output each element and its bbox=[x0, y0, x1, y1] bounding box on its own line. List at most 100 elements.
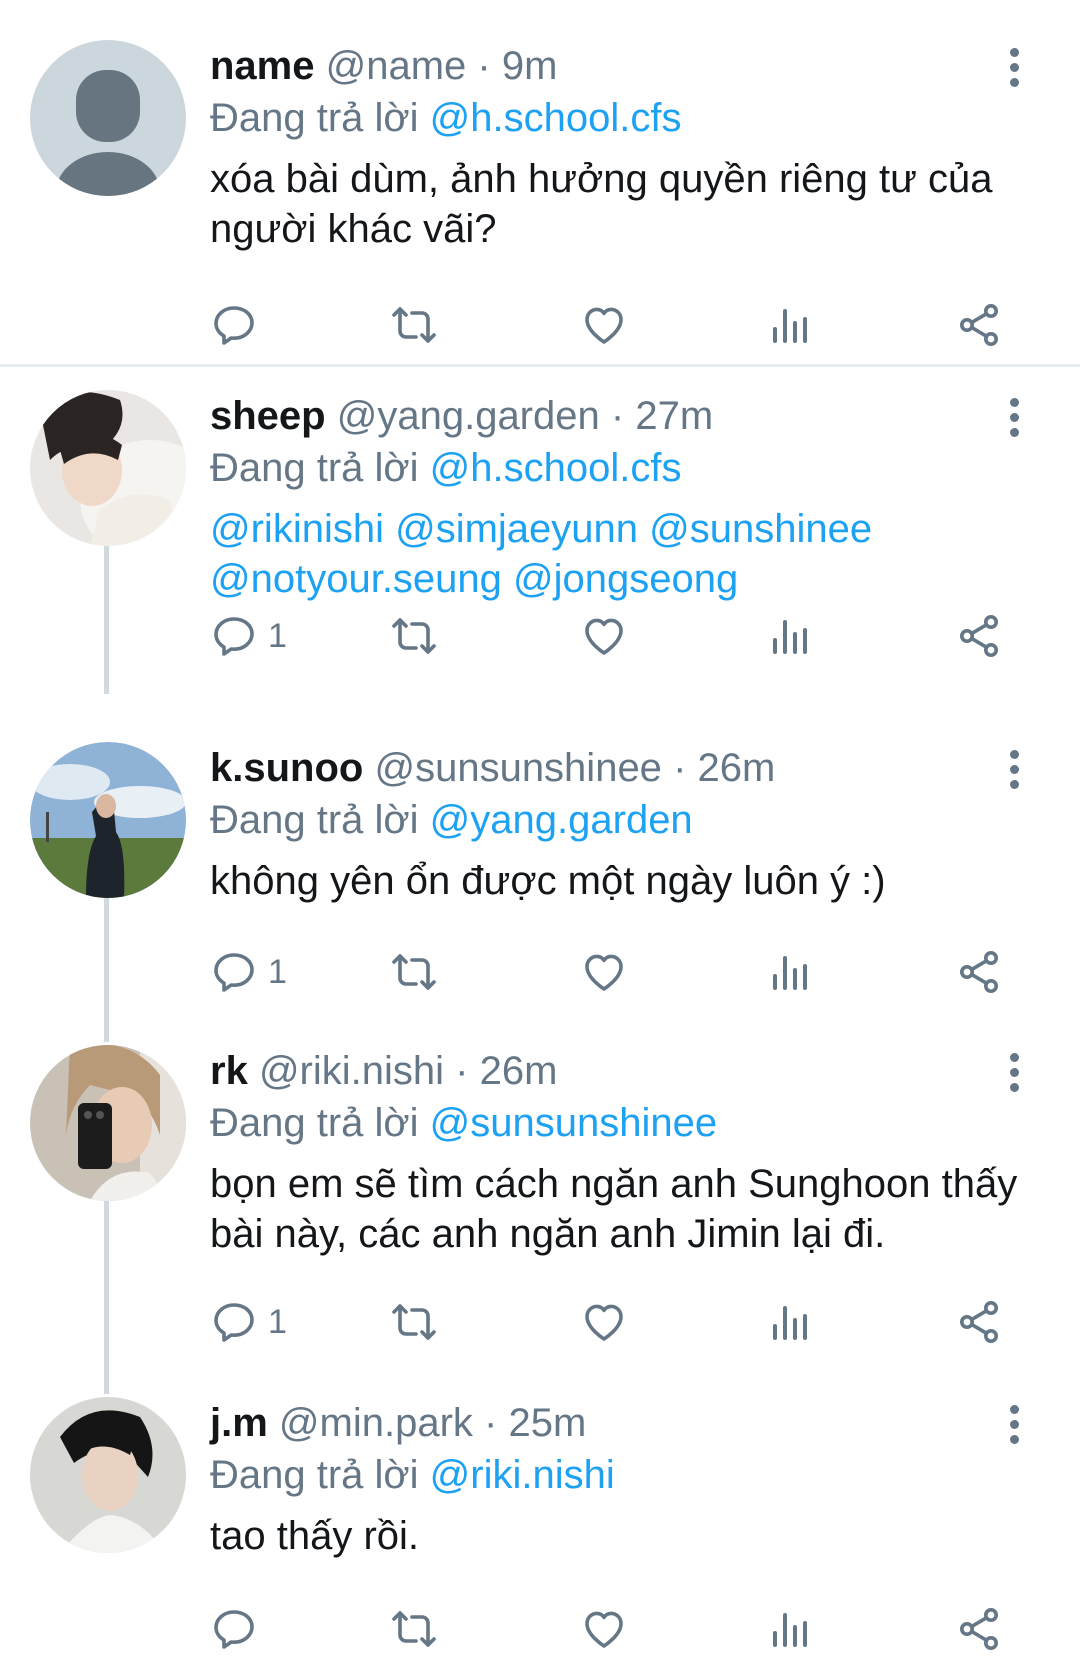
retweet-button[interactable] bbox=[390, 606, 438, 666]
retweet-button[interactable] bbox=[390, 942, 438, 1002]
timestamp[interactable]: 9m bbox=[502, 44, 558, 88]
mention-link[interactable]: @rikinishi bbox=[210, 507, 384, 551]
mention-link[interactable]: @sunshinee bbox=[649, 507, 872, 551]
tweet-header: name @name · 9m bbox=[210, 40, 1040, 92]
retweet-icon bbox=[392, 1611, 436, 1647]
reply-prefix: Đang trả lời bbox=[210, 798, 419, 842]
share-button[interactable] bbox=[955, 1292, 1003, 1352]
share-icon bbox=[960, 1608, 998, 1650]
more-options-button[interactable] bbox=[1002, 48, 1026, 92]
user-handle[interactable]: @yang.garden bbox=[337, 394, 600, 438]
profile-photo bbox=[30, 1397, 186, 1553]
user-handle[interactable]: @min.park bbox=[279, 1401, 473, 1445]
bar-chart-icon bbox=[773, 620, 807, 654]
reply-to-link[interactable]: @h.school.cfs bbox=[430, 96, 682, 140]
more-options-button[interactable] bbox=[1002, 1053, 1026, 1097]
reply-button[interactable]: 1 bbox=[210, 1292, 287, 1352]
like-button[interactable] bbox=[580, 942, 628, 1002]
action-bar: 1 bbox=[210, 942, 1010, 1002]
user-handle[interactable]: @sunsunshinee bbox=[374, 746, 661, 790]
reply-to-link[interactable]: @sunsunshinee bbox=[430, 1101, 717, 1145]
mention-link[interactable]: @simjaeyunn bbox=[395, 507, 638, 551]
more-options-button[interactable] bbox=[1002, 398, 1026, 442]
stats-button[interactable] bbox=[765, 1599, 813, 1659]
more-options-button[interactable] bbox=[1002, 1405, 1026, 1449]
share-icon bbox=[960, 951, 998, 993]
stats-button[interactable] bbox=[765, 606, 813, 666]
reply-icon bbox=[214, 1303, 254, 1342]
timestamp[interactable]: 25m bbox=[508, 1401, 586, 1445]
stats-button[interactable] bbox=[765, 1292, 813, 1352]
heart-icon bbox=[585, 307, 623, 344]
reply-prefix: Đang trả lời bbox=[210, 446, 419, 490]
tweet-text: không yên ổn được một ngày luôn ý :) bbox=[210, 859, 886, 903]
retweet-button[interactable] bbox=[390, 1292, 438, 1352]
like-button[interactable] bbox=[580, 1599, 628, 1659]
reply-context: Đang trả lời @h.school.cfs bbox=[210, 92, 1040, 144]
share-button[interactable] bbox=[955, 606, 1003, 666]
more-options-button[interactable] bbox=[1002, 750, 1026, 794]
reply-context: Đang trả lời @yang.garden bbox=[210, 794, 1040, 846]
retweet-button[interactable] bbox=[390, 1599, 438, 1659]
tweet-text: tao thấy rồi. bbox=[210, 1514, 420, 1558]
reply-button[interactable]: 1 bbox=[210, 606, 287, 666]
reply-icon bbox=[214, 953, 254, 992]
heart-icon bbox=[585, 1611, 623, 1648]
display-name[interactable]: rk bbox=[210, 1049, 248, 1093]
display-name[interactable]: j.m bbox=[210, 1401, 268, 1445]
separator-dot: · bbox=[610, 394, 625, 438]
profile-photo bbox=[30, 390, 186, 546]
tweet-header: sheep @yang.garden · 27m bbox=[210, 390, 1040, 442]
reply-button[interactable] bbox=[210, 295, 268, 355]
avatar[interactable] bbox=[30, 1397, 186, 1553]
share-button[interactable] bbox=[955, 1599, 1003, 1659]
retweet-icon bbox=[392, 1304, 436, 1340]
retweet-icon bbox=[392, 618, 436, 654]
bar-chart-icon bbox=[773, 309, 807, 343]
avatar[interactable] bbox=[30, 390, 186, 546]
timestamp[interactable]: 26m bbox=[480, 1049, 558, 1093]
retweet-icon bbox=[392, 954, 436, 990]
user-handle[interactable]: @name bbox=[326, 44, 467, 88]
mention-link[interactable]: @jongseong bbox=[513, 557, 738, 601]
action-bar: 1 bbox=[210, 1292, 1010, 1352]
separator-dot: · bbox=[484, 1401, 498, 1445]
mention-link[interactable]: @notyour.seung bbox=[210, 557, 502, 601]
tweet-text: xóa bài dùm, ảnh hưởng quyền riêng tư củ… bbox=[210, 157, 993, 251]
like-button[interactable] bbox=[580, 1292, 628, 1352]
separator-dot: · bbox=[477, 44, 491, 88]
profile-photo bbox=[30, 1045, 186, 1201]
reply-button[interactable]: 1 bbox=[210, 942, 287, 1002]
avatar[interactable] bbox=[30, 742, 186, 898]
stats-button[interactable] bbox=[765, 942, 813, 1002]
avatar[interactable] bbox=[30, 1045, 186, 1201]
stats-button[interactable] bbox=[765, 295, 813, 355]
reply-count: 1 bbox=[268, 952, 287, 991]
share-button[interactable] bbox=[955, 295, 1003, 355]
reply-prefix: Đang trả lời bbox=[210, 1101, 419, 1145]
reply-to-link[interactable]: @riki.nishi bbox=[430, 1453, 615, 1497]
reply-button[interactable] bbox=[210, 1599, 268, 1659]
tweet-text: @rikinishi @simjaeyunn @sunshinee @notyo… bbox=[210, 504, 1040, 604]
timestamp[interactable]: 26m bbox=[698, 746, 776, 790]
timestamp[interactable]: 27m bbox=[635, 394, 713, 438]
retweet-button[interactable] bbox=[390, 295, 438, 355]
heart-icon bbox=[585, 1304, 623, 1341]
reply-prefix: Đang trả lời bbox=[210, 1453, 419, 1497]
avatar[interactable] bbox=[30, 40, 186, 196]
display-name[interactable]: k.sunoo bbox=[210, 746, 363, 790]
share-button[interactable] bbox=[955, 942, 1003, 1002]
like-button[interactable] bbox=[580, 295, 628, 355]
like-button[interactable] bbox=[580, 606, 628, 666]
reply-count: 1 bbox=[268, 616, 287, 655]
user-handle[interactable]: @riki.nishi bbox=[259, 1049, 444, 1093]
action-bar bbox=[210, 1599, 1010, 1659]
display-name[interactable]: sheep bbox=[210, 394, 326, 438]
action-bar bbox=[210, 295, 1010, 355]
tweet-header: j.m @min.park · 25m bbox=[210, 1397, 1040, 1449]
display-name[interactable]: name bbox=[210, 44, 315, 88]
reply-to-link[interactable]: @yang.garden bbox=[430, 798, 693, 842]
reply-icon bbox=[214, 306, 254, 345]
reply-count: 1 bbox=[268, 1302, 287, 1341]
reply-to-link[interactable]: @h.school.cfs bbox=[430, 446, 682, 490]
